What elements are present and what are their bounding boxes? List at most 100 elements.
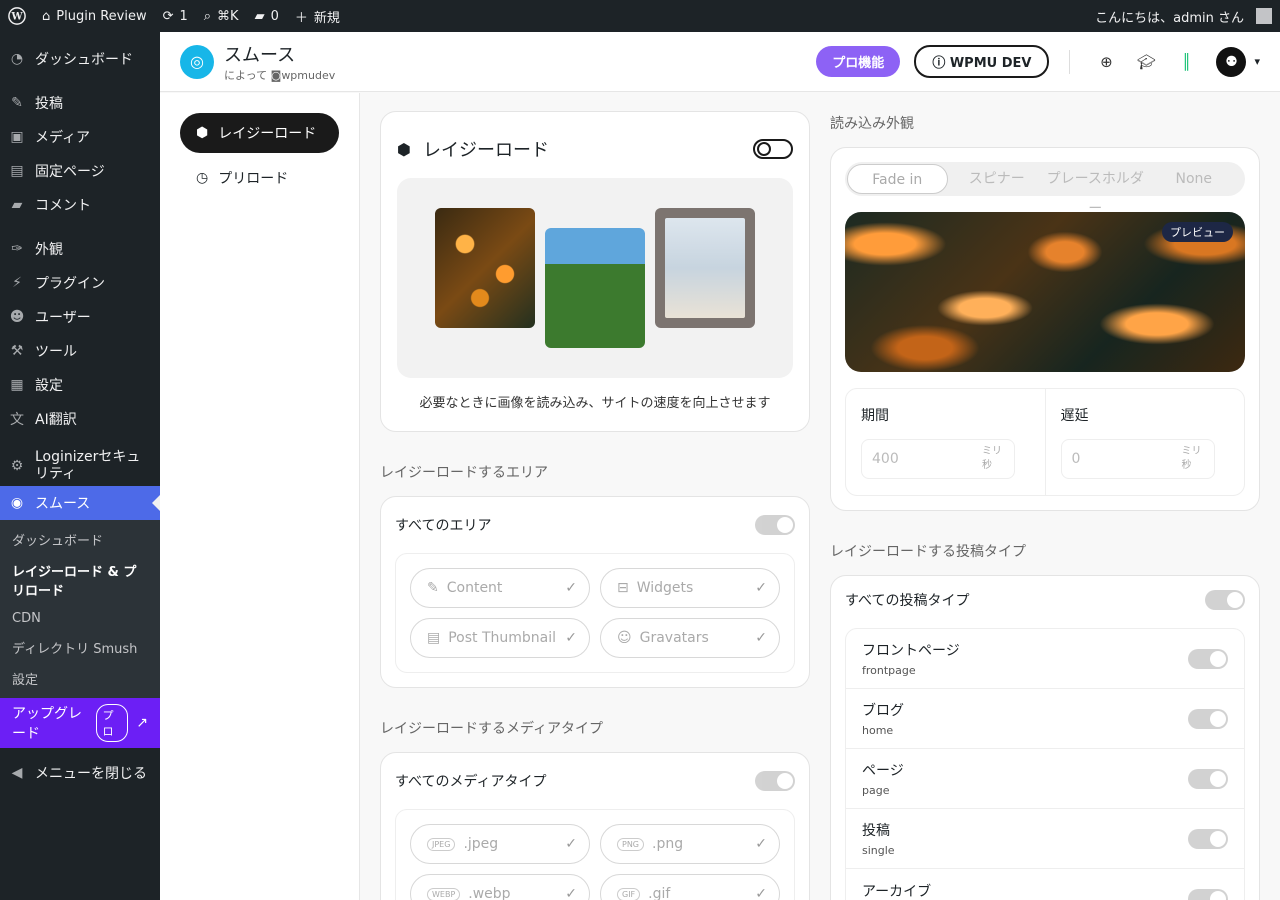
sidebar-item-appearance[interactable]: ✑ 外観 bbox=[0, 232, 160, 266]
wordpress-logo-icon[interactable]: W bbox=[0, 0, 34, 32]
widget-icon: ⊟ bbox=[617, 580, 629, 596]
comment-icon: ▰ bbox=[254, 8, 265, 24]
comments-link[interactable]: ▰ 0 bbox=[247, 0, 287, 32]
all-posttypes-toggle[interactable] bbox=[1205, 590, 1245, 610]
plus-icon: ＋ bbox=[294, 10, 308, 26]
wpmu-dev-button[interactable]: ⓘ WPMU DEV bbox=[914, 45, 1050, 78]
submenu-item-settings[interactable]: 設定 bbox=[0, 663, 160, 694]
sidebar-item-users[interactable]: ☻ ユーザー bbox=[0, 300, 160, 334]
submenu-item-cdn[interactable]: CDN bbox=[0, 605, 160, 632]
tab-fade-in[interactable]: Fade in bbox=[847, 164, 948, 194]
academy-icon[interactable]: 🎓︎ bbox=[1134, 50, 1158, 74]
new-content-link[interactable]: ＋新規 bbox=[287, 0, 348, 32]
area-chip-widgets[interactable]: ⊟ Widgets ✓ bbox=[600, 568, 780, 608]
sidebar-item-plugins[interactable]: ⚡ プラグイン bbox=[0, 266, 160, 300]
posttype-toggle[interactable] bbox=[1188, 768, 1228, 789]
area-chip-content[interactable]: ✎ Content ✓ bbox=[410, 568, 590, 608]
updates-link[interactable]: ⟳ 1 bbox=[155, 0, 196, 32]
sidebar-item-comments[interactable]: ▰ コメント bbox=[0, 188, 160, 222]
posttype-toggle[interactable] bbox=[1188, 889, 1228, 900]
svg-text:W: W bbox=[10, 12, 23, 23]
media-chip-jpeg[interactable]: JPEG .jpeg ✓ bbox=[410, 824, 590, 864]
sidebar-item-loginizer[interactable]: ⚙ Loginizerセキュリティ bbox=[0, 446, 160, 486]
sidebar-item-pages[interactable]: ▤ 固定ページ bbox=[0, 154, 160, 188]
tab-preload[interactable]: ◷ プリロード bbox=[180, 158, 339, 198]
sidebar-item-posts[interactable]: ✎ 投稿 bbox=[0, 86, 160, 120]
tab-lazyload[interactable]: ⬢ レイジーロード bbox=[180, 113, 339, 153]
audio-wave-icon[interactable]: ║ bbox=[1174, 50, 1198, 74]
area-chip-gravatars[interactable]: ☺ Gravatars ✓ bbox=[600, 618, 780, 658]
pin-icon: ✎ bbox=[11, 95, 23, 111]
lazyload-toggle[interactable] bbox=[753, 139, 793, 159]
check-icon: ✓ bbox=[565, 580, 577, 596]
media-chip-webp[interactable]: WEBP .webp ✓ bbox=[410, 874, 590, 900]
media-icon: ▣ bbox=[10, 129, 24, 145]
sidebar-item-dashboard[interactable]: ◔ ダッシュボード bbox=[0, 42, 160, 76]
tab-placeholder[interactable]: プレースホルダー bbox=[1046, 164, 1145, 217]
admin-bar: W ⌂ Plugin Review ⟳ 1 ⌕ ⌘K ▰ 0 ＋新規 こんにちは、adm… bbox=[0, 0, 1280, 32]
check-icon: ✓ bbox=[755, 886, 767, 900]
check-icon: ✓ bbox=[755, 836, 767, 852]
tab-spinner[interactable]: スピナー bbox=[948, 164, 1047, 194]
submenu-item-directory[interactable]: ディレクトリ Smush bbox=[0, 632, 160, 663]
sidebar-item-tools[interactable]: ⚒ ツール bbox=[0, 334, 160, 368]
all-media-toggle[interactable] bbox=[755, 771, 795, 791]
smush-logo-icon: ◎ bbox=[180, 44, 214, 79]
posttype-toggle[interactable] bbox=[1188, 708, 1228, 729]
pro-features-button[interactable]: プロ機能 bbox=[816, 46, 901, 77]
submenu-item-dashboard[interactable]: ダッシュボード bbox=[0, 524, 160, 555]
upgrade-link[interactable]: アップグレード プロ ↗ bbox=[0, 698, 160, 748]
smush-icon: ◉ bbox=[10, 495, 24, 511]
areas-card: すべてのエリア ✎ Content ✓ ⊟ Widgets ✓ ▤ Post Thumbn… bbox=[380, 496, 810, 688]
delay-label: 遅延 bbox=[1060, 408, 1089, 424]
account-avatar[interactable]: ⚉ bbox=[1216, 46, 1247, 77]
submenu-item-lazyload[interactable]: レイジーロード & プリロード bbox=[0, 555, 160, 605]
posttype-toggle[interactable] bbox=[1188, 648, 1228, 669]
document-icon: ▤ bbox=[427, 630, 441, 646]
page-title: スムース bbox=[224, 44, 296, 66]
cube-icon: ⬢ bbox=[397, 139, 411, 159]
tree-photo bbox=[545, 228, 645, 348]
search-link[interactable]: ⌕ ⌘K bbox=[196, 0, 247, 32]
page-icon: ▤ bbox=[10, 163, 24, 179]
person-icon: ☺ bbox=[617, 630, 632, 646]
chevron-down-icon[interactable]: ▾ bbox=[1254, 55, 1260, 68]
brush-icon: ✑ bbox=[11, 241, 23, 257]
info-icon: ⓘ bbox=[932, 56, 950, 71]
collapse-menu-button[interactable]: ◀ メニューを閉じる bbox=[0, 756, 160, 790]
sidebar-item-ai-translate[interactable]: 文 AI翻訳 bbox=[0, 402, 160, 436]
posttype-row: ページ page bbox=[846, 749, 1244, 809]
support-icon[interactable]: ⊕ bbox=[1094, 50, 1118, 74]
sidebar-item-media[interactable]: ▣ メディア bbox=[0, 120, 160, 154]
appearance-tabs: Fade in スピナー プレースホルダー None bbox=[845, 162, 1245, 217]
all-areas-toggle[interactable] bbox=[755, 515, 795, 535]
media-chip-png[interactable]: PNG .png ✓ bbox=[600, 824, 780, 864]
posttype-row: 投稿 single bbox=[846, 809, 1244, 869]
posttype-toggle[interactable] bbox=[1188, 828, 1228, 849]
sidebar-item-settings[interactable]: ▦ 設定 bbox=[0, 368, 160, 402]
hero-title: レイジーロード bbox=[422, 140, 549, 161]
media-chip-gif[interactable]: GIF .gif ✓ bbox=[600, 874, 780, 900]
delay-input[interactable]: 0 ミリ秒 bbox=[1060, 439, 1215, 479]
cube-icon: ⬢ bbox=[196, 125, 209, 141]
refresh-icon: ⟳ bbox=[162, 8, 174, 24]
smush-submenu: ダッシュボード レイジーロード & プリロード CDN ディレクトリ Smush… bbox=[0, 520, 160, 698]
account-menu[interactable]: こんにちは、admin さん bbox=[1087, 0, 1280, 32]
media-card: すべてのメディアタイプ JPEG .jpeg ✓ PNG .png ✓ WEBP .web… bbox=[380, 752, 810, 900]
collapse-icon: ◀ bbox=[11, 765, 23, 781]
preview-image: プレビュー bbox=[845, 212, 1245, 372]
admin-sidebar: ◔ ダッシュボード ✎ 投稿 ▣ メディア ▤ 固定ページ ▰ コメント ✑ 外観 ⚡ プラグ… bbox=[0, 32, 160, 900]
posttype-row: アーカイブarchive bbox=[846, 869, 1244, 900]
site-name-link[interactable]: ⌂ Plugin Review bbox=[34, 0, 155, 32]
area-chip-post-thumbnail[interactable]: ▤ Post Thumbnail ✓ bbox=[410, 618, 590, 658]
user-icon: ☻ bbox=[9, 309, 25, 325]
tab-none[interactable]: None bbox=[1145, 164, 1244, 194]
duration-input[interactable]: 400 ミリ秒 bbox=[861, 439, 1015, 479]
beach-photo bbox=[655, 208, 755, 328]
external-arrow-icon: ↗ bbox=[136, 715, 148, 731]
posttype-row: フロントページ frontpage bbox=[846, 629, 1244, 689]
divider bbox=[1069, 49, 1071, 74]
sidebar-item-smush[interactable]: ◉ スムース bbox=[0, 486, 160, 520]
comment-icon: ▰ bbox=[11, 197, 23, 213]
check-icon: ✓ bbox=[755, 630, 767, 646]
